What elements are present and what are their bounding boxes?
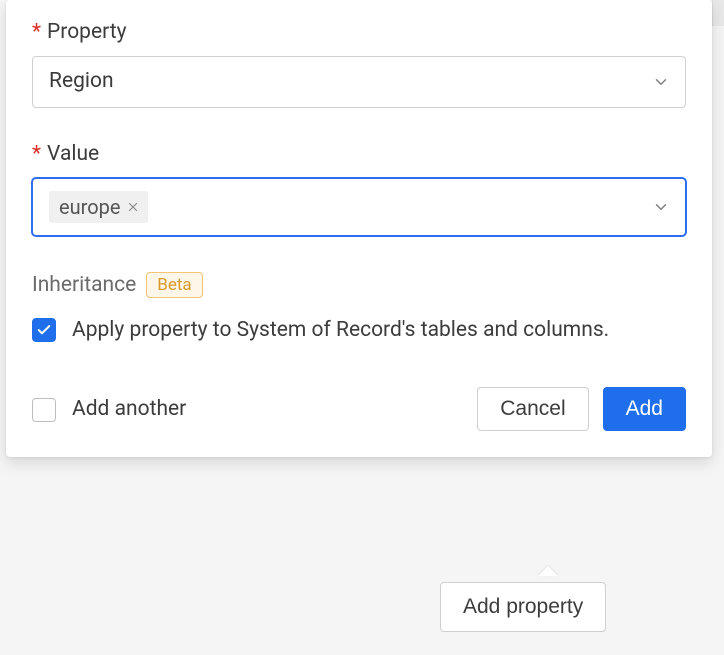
value-select[interactable]: europe [32,178,686,236]
inheritance-checkbox[interactable] [32,318,56,342]
inheritance-checkbox-label: Apply property to System of Record's tab… [72,316,609,345]
add-button[interactable]: Add [603,387,686,431]
value-label: *Value [32,142,686,166]
value-select-wrap: europe [32,178,686,236]
inheritance-label: Inheritance [32,273,136,297]
required-asterisk: * [32,142,41,166]
add-another-label: Add another [72,395,186,424]
property-label-text: Property [47,20,127,44]
property-select-value: Region [49,69,114,94]
modal-footer: Add another Cancel Add [32,387,686,431]
cancel-button[interactable]: Cancel [477,387,588,431]
footer-right: Cancel Add [477,387,686,431]
property-select-wrap: Region [32,56,686,108]
add-property-button[interactable]: Add property [440,582,606,632]
beta-badge: Beta [146,272,202,298]
close-icon[interactable] [126,200,140,214]
value-chip-text: europe [59,195,120,219]
background-strip [712,0,724,26]
popover-pointer [538,566,558,576]
footer-left: Add another [32,395,186,424]
add-another-checkbox[interactable] [32,398,56,422]
inheritance-row: Inheritance Beta [32,272,686,298]
required-asterisk: * [32,20,41,44]
property-label: *Property [32,20,686,44]
value-label-text: Value [47,142,99,166]
inheritance-checkbox-row: Apply property to System of Record's tab… [32,316,686,345]
add-property-modal: *Property Region *Value europe Inheritan… [6,0,712,457]
value-chip: europe [49,191,148,223]
property-select[interactable]: Region [32,56,686,108]
